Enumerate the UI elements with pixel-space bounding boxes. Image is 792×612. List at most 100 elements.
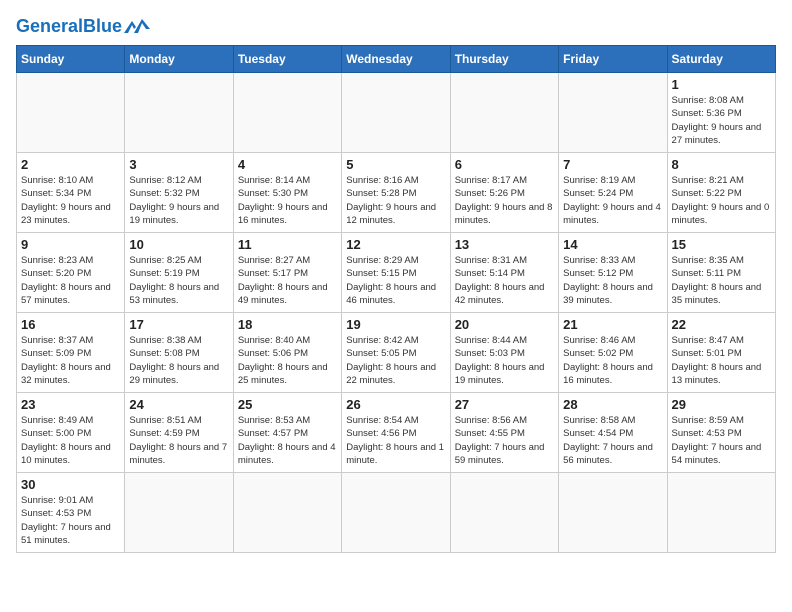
day-number: 28 xyxy=(563,397,662,412)
calendar-cell: 30 Sunrise: 9:01 AM Sunset: 4:53 PM Dayli… xyxy=(17,473,125,553)
calendar-cell xyxy=(233,73,341,153)
day-number: 19 xyxy=(346,317,445,332)
day-info: Sunrise: 9:01 AM Sunset: 4:53 PM Dayligh… xyxy=(21,494,120,547)
day-number: 30 xyxy=(21,477,120,492)
calendar-cell xyxy=(450,73,558,153)
day-number: 6 xyxy=(455,157,554,172)
day-info: Sunrise: 8:19 AM Sunset: 5:24 PM Dayligh… xyxy=(563,174,662,227)
calendar-week-1: 2 Sunrise: 8:10 AM Sunset: 5:34 PM Daylig… xyxy=(17,153,776,233)
calendar-week-0: 1 Sunrise: 8:08 AM Sunset: 5:36 PM Daylig… xyxy=(17,73,776,153)
calendar-cell: 15Sunrise: 8:35 AM Sunset: 5:11 PM Dayli… xyxy=(667,233,775,313)
day-number: 10 xyxy=(129,237,228,252)
calendar-cell: 25 Sunrise: 8:53 AM Sunset: 4:57 PM Dayli… xyxy=(233,393,341,473)
day-info: Sunrise: 8:51 AM Sunset: 4:59 PM Dayligh… xyxy=(129,414,228,467)
day-info: Sunrise: 8:58 AM Sunset: 4:54 PM Dayligh… xyxy=(563,414,662,467)
day-number: 23 xyxy=(21,397,120,412)
calendar-cell: 27 Sunrise: 8:56 AM Sunset: 4:55 PM Dayli… xyxy=(450,393,558,473)
day-info: Sunrise: 8:40 AM Sunset: 5:06 PM Dayligh… xyxy=(238,334,337,387)
day-number: 29 xyxy=(672,397,771,412)
col-header-wednesday: Wednesday xyxy=(342,46,450,73)
calendar-cell: 8Sunrise: 8:21 AM Sunset: 5:22 PM Daylig… xyxy=(667,153,775,233)
day-number: 24 xyxy=(129,397,228,412)
logo-icon xyxy=(124,15,152,37)
day-info: Sunrise: 8:56 AM Sunset: 4:55 PM Dayligh… xyxy=(455,414,554,467)
calendar-cell xyxy=(125,73,233,153)
day-number: 22 xyxy=(672,317,771,332)
calendar-cell: 29Sunrise: 8:59 AM Sunset: 4:53 PM Dayli… xyxy=(667,393,775,473)
calendar-cell: 24 Sunrise: 8:51 AM Sunset: 4:59 PM Dayli… xyxy=(125,393,233,473)
calendar-cell xyxy=(17,73,125,153)
calendar-cell: 6 Sunrise: 8:17 AM Sunset: 5:26 PM Daylig… xyxy=(450,153,558,233)
day-number: 1 xyxy=(672,77,771,92)
calendar-cell: 2 Sunrise: 8:10 AM Sunset: 5:34 PM Daylig… xyxy=(17,153,125,233)
col-header-saturday: Saturday xyxy=(667,46,775,73)
day-info: Sunrise: 8:54 AM Sunset: 4:56 PM Dayligh… xyxy=(346,414,445,467)
col-header-friday: Friday xyxy=(559,46,667,73)
col-header-sunday: Sunday xyxy=(17,46,125,73)
day-info: Sunrise: 8:10 AM Sunset: 5:34 PM Dayligh… xyxy=(21,174,120,227)
day-number: 21 xyxy=(563,317,662,332)
day-number: 7 xyxy=(563,157,662,172)
day-info: Sunrise: 8:27 AM Sunset: 5:17 PM Dayligh… xyxy=(238,254,337,307)
day-number: 25 xyxy=(238,397,337,412)
day-number: 12 xyxy=(346,237,445,252)
calendar-week-5: 30 Sunrise: 9:01 AM Sunset: 4:53 PM Dayli… xyxy=(17,473,776,553)
day-info: Sunrise: 8:38 AM Sunset: 5:08 PM Dayligh… xyxy=(129,334,228,387)
logo: GeneralBlue xyxy=(16,16,152,37)
calendar-cell xyxy=(450,473,558,553)
day-info: Sunrise: 8:53 AM Sunset: 4:57 PM Dayligh… xyxy=(238,414,337,467)
calendar-cell: 3 Sunrise: 8:12 AM Sunset: 5:32 PM Daylig… xyxy=(125,153,233,233)
calendar-cell: 16Sunrise: 8:37 AM Sunset: 5:09 PM Dayli… xyxy=(17,313,125,393)
day-number: 3 xyxy=(129,157,228,172)
calendar-cell: 26Sunrise: 8:54 AM Sunset: 4:56 PM Dayli… xyxy=(342,393,450,473)
calendar-header-row: SundayMondayTuesdayWednesdayThursdayFrid… xyxy=(17,46,776,73)
calendar-cell: 28 Sunrise: 8:58 AM Sunset: 4:54 PM Dayli… xyxy=(559,393,667,473)
calendar-cell xyxy=(233,473,341,553)
calendar-cell xyxy=(125,473,233,553)
day-number: 9 xyxy=(21,237,120,252)
calendar-week-4: 23 Sunrise: 8:49 AM Sunset: 5:00 PM Dayli… xyxy=(17,393,776,473)
calendar-cell: 10 Sunrise: 8:25 AM Sunset: 5:19 PM Dayli… xyxy=(125,233,233,313)
calendar-cell: 14Sunrise: 8:33 AM Sunset: 5:12 PM Dayli… xyxy=(559,233,667,313)
calendar-cell: 20Sunrise: 8:44 AM Sunset: 5:03 PM Dayli… xyxy=(450,313,558,393)
calendar-cell xyxy=(342,73,450,153)
logo-blue: Blue xyxy=(83,16,122,36)
day-info: Sunrise: 8:16 AM Sunset: 5:28 PM Dayligh… xyxy=(346,174,445,227)
day-info: Sunrise: 8:37 AM Sunset: 5:09 PM Dayligh… xyxy=(21,334,120,387)
day-info: Sunrise: 8:14 AM Sunset: 5:30 PM Dayligh… xyxy=(238,174,337,227)
day-number: 4 xyxy=(238,157,337,172)
day-number: 14 xyxy=(563,237,662,252)
day-number: 13 xyxy=(455,237,554,252)
day-info: Sunrise: 8:49 AM Sunset: 5:00 PM Dayligh… xyxy=(21,414,120,467)
day-info: Sunrise: 8:47 AM Sunset: 5:01 PM Dayligh… xyxy=(672,334,771,387)
calendar-cell: 18Sunrise: 8:40 AM Sunset: 5:06 PM Dayli… xyxy=(233,313,341,393)
day-info: Sunrise: 8:08 AM Sunset: 5:36 PM Dayligh… xyxy=(672,94,771,147)
day-number: 11 xyxy=(238,237,337,252)
calendar-cell: 22 Sunrise: 8:47 AM Sunset: 5:01 PM Dayli… xyxy=(667,313,775,393)
day-info: Sunrise: 8:42 AM Sunset: 5:05 PM Dayligh… xyxy=(346,334,445,387)
calendar-cell: 9 Sunrise: 8:23 AM Sunset: 5:20 PM Daylig… xyxy=(17,233,125,313)
day-info: Sunrise: 8:25 AM Sunset: 5:19 PM Dayligh… xyxy=(129,254,228,307)
day-number: 15 xyxy=(672,237,771,252)
day-number: 8 xyxy=(672,157,771,172)
day-number: 20 xyxy=(455,317,554,332)
day-info: Sunrise: 8:29 AM Sunset: 5:15 PM Dayligh… xyxy=(346,254,445,307)
day-number: 2 xyxy=(21,157,120,172)
col-header-monday: Monday xyxy=(125,46,233,73)
day-number: 27 xyxy=(455,397,554,412)
calendar-cell xyxy=(559,473,667,553)
day-info: Sunrise: 8:12 AM Sunset: 5:32 PM Dayligh… xyxy=(129,174,228,227)
calendar-cell: 4 Sunrise: 8:14 AM Sunset: 5:30 PM Daylig… xyxy=(233,153,341,233)
calendar-cell: 19 Sunrise: 8:42 AM Sunset: 5:05 PM Dayli… xyxy=(342,313,450,393)
col-header-thursday: Thursday xyxy=(450,46,558,73)
day-number: 17 xyxy=(129,317,228,332)
logo-text: GeneralBlue xyxy=(16,16,122,37)
calendar-week-3: 16Sunrise: 8:37 AM Sunset: 5:09 PM Dayli… xyxy=(17,313,776,393)
calendar-cell: 21 Sunrise: 8:46 AM Sunset: 5:02 PM Dayli… xyxy=(559,313,667,393)
calendar-cell xyxy=(342,473,450,553)
day-info: Sunrise: 8:46 AM Sunset: 5:02 PM Dayligh… xyxy=(563,334,662,387)
calendar-week-2: 9 Sunrise: 8:23 AM Sunset: 5:20 PM Daylig… xyxy=(17,233,776,313)
calendar-cell: 17 Sunrise: 8:38 AM Sunset: 5:08 PM Dayli… xyxy=(125,313,233,393)
day-info: Sunrise: 8:23 AM Sunset: 5:20 PM Dayligh… xyxy=(21,254,120,307)
day-info: Sunrise: 8:17 AM Sunset: 5:26 PM Dayligh… xyxy=(455,174,554,227)
